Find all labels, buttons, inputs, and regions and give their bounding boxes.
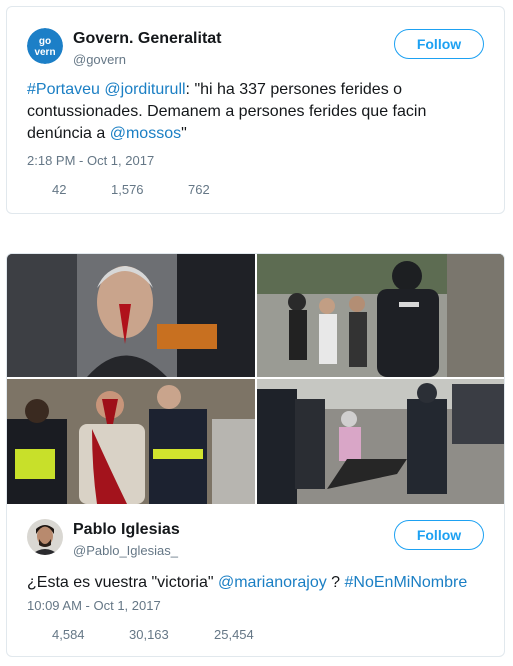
tweet-text-segment: ¿Esta es vuestra "victoria" xyxy=(27,574,218,591)
tweet-text-segment: " xyxy=(181,125,187,142)
pablo-iglesias-avatar[interactable] xyxy=(27,519,63,555)
reply-count[interactable]: 4,584 xyxy=(52,627,85,642)
follow-button[interactable]: Follow xyxy=(394,520,484,550)
retweet-count[interactable]: 30,163 xyxy=(129,627,169,642)
svg-text:vern: vern xyxy=(34,47,55,58)
photo-injured-woman[interactable] xyxy=(7,254,255,377)
photo-grid xyxy=(7,254,504,504)
govern-avatar[interactable]: go vern xyxy=(27,28,63,64)
mention-link[interactable]: @jorditurull xyxy=(104,81,185,98)
author-handle[interactable]: @govern xyxy=(73,52,126,67)
like-count[interactable]: 25,454 xyxy=(214,627,254,642)
tweet-card-pablo-iglesias: Pablo Iglesias @Pablo_Iglesias_ Follow ¿… xyxy=(6,253,505,657)
tweet-card-govern: go vern Govern. Generalitat @govern Foll… xyxy=(6,6,505,214)
mention-link[interactable]: @mossos xyxy=(110,125,181,142)
tweet-timestamp[interactable]: 2:18 PM - Oct 1, 2017 xyxy=(27,153,154,168)
like-count[interactable]: 762 xyxy=(188,182,210,197)
reply-count[interactable]: 42 xyxy=(52,182,66,197)
tweet-timestamp[interactable]: 10:09 AM - Oct 1, 2017 xyxy=(27,598,161,613)
hashtag-link[interactable]: #Portaveu xyxy=(27,81,100,98)
author-name[interactable]: Govern. Generalitat xyxy=(73,30,222,48)
tweet-text: #Portaveu @jorditurull: "hi ha 337 perso… xyxy=(27,79,447,145)
tweet-text-segment: ? xyxy=(326,574,345,591)
follow-button[interactable]: Follow xyxy=(394,29,484,59)
photo-woman-dragged[interactable] xyxy=(257,379,504,504)
mention-link[interactable]: @marianorajoy xyxy=(218,574,327,591)
author-handle[interactable]: @Pablo_Iglesias_ xyxy=(73,543,178,558)
author-name[interactable]: Pablo Iglesias xyxy=(73,521,180,539)
svg-text:go: go xyxy=(39,36,51,47)
photo-riot-police[interactable] xyxy=(257,254,504,377)
photo-bleeding-man[interactable] xyxy=(7,379,255,504)
tweet-text: ¿Esta es vuestra "victoria" @marianorajo… xyxy=(27,572,487,594)
hashtag-link[interactable]: #NoEnMiNombre xyxy=(345,574,468,591)
retweet-count[interactable]: 1,576 xyxy=(111,182,144,197)
